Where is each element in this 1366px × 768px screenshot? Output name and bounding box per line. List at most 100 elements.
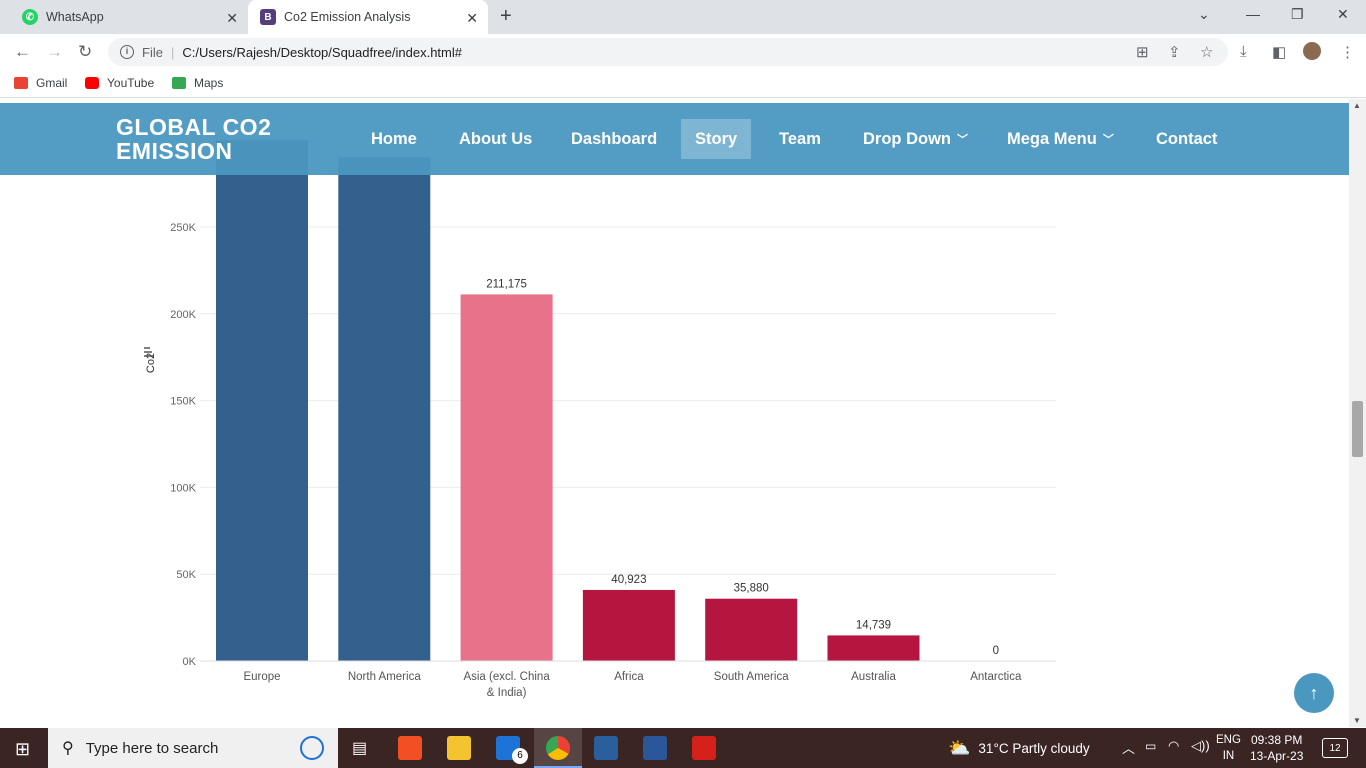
lang-code: ENG: [1216, 734, 1241, 746]
address-bar[interactable]: i File | C:/Users/Rajesh/Desktop/Squadfr…: [108, 38, 1228, 66]
star-icon[interactable]: ☆: [1200, 43, 1213, 61]
data-label: 40,923: [611, 574, 646, 586]
site-header: GLOBAL CO2 EMISSION Home About Us Dashbo…: [0, 103, 1349, 175]
acrobat-icon[interactable]: [692, 736, 716, 760]
nav-label: Mega Menu: [1007, 129, 1097, 148]
battery-icon[interactable]: ▭: [1145, 739, 1156, 753]
scroll-down-icon[interactable]: ▼: [1353, 716, 1361, 725]
wifi-icon[interactable]: ◠: [1168, 738, 1179, 754]
partly-cloudy-icon: ⛅: [948, 737, 971, 758]
translate-icon[interactable]: ⊞: [1136, 43, 1149, 61]
data-label: 14,739: [856, 619, 891, 631]
category-label: Asia (excl. China: [463, 671, 550, 683]
search-icon: ⚲: [62, 740, 74, 757]
bing-icon[interactable]: [300, 736, 324, 760]
data-label: 35,880: [734, 583, 769, 595]
tab-search-icon[interactable]: ⌄: [1198, 6, 1210, 23]
y-tick-label: 50K: [176, 569, 196, 581]
y-tick-label: 200K: [170, 309, 196, 321]
bar-australia: [827, 635, 920, 661]
category-label: South America: [714, 671, 789, 683]
url-text[interactable]: C:/Users/Rajesh/Desktop/Squadfree/index.…: [182, 45, 462, 60]
chrome-taskbar-button[interactable]: [534, 728, 582, 768]
logo-line-2: EMISSION: [116, 138, 233, 164]
taskbar-search[interactable]: ⚲ Type here to search: [48, 728, 338, 768]
nav-dashboard[interactable]: Dashboard: [557, 119, 671, 159]
clock-time: 09:38 PM: [1251, 733, 1303, 747]
bookmark-label: Gmail: [36, 76, 68, 90]
avatar[interactable]: [1303, 42, 1321, 60]
word-icon[interactable]: [643, 736, 667, 760]
nav-team[interactable]: Team: [765, 119, 835, 159]
nav-mega-menu[interactable]: Mega Menu ﹀: [993, 119, 1128, 159]
reload-icon[interactable]: ↻: [78, 42, 92, 62]
notifications-badge[interactable]: 12: [1322, 738, 1348, 758]
data-label: 211,175: [486, 278, 527, 290]
tray-chevron-icon[interactable]: ︿: [1122, 738, 1135, 757]
windows-taskbar: ⊞ ⚲ Type here to search ▤ 6 ⛅ 31°C Partl…: [0, 728, 1366, 768]
close-icon[interactable]: ✕: [466, 10, 478, 27]
bootstrap-icon: B: [260, 9, 276, 25]
url-divider: |: [170, 44, 175, 60]
bookmark-maps[interactable]: Maps: [172, 76, 223, 90]
nav-home[interactable]: Home: [357, 119, 431, 159]
page-content: 0K 50K 100K 150K 200K 250K Co2 Europe North Amer…: [0, 99, 1349, 727]
tab-co2-analysis[interactable]: B Co2 Emission Analysis ✕: [248, 0, 488, 34]
chrome-icon: [546, 736, 570, 760]
forward-icon[interactable]: →: [46, 42, 63, 62]
file-explorer-icon[interactable]: [447, 736, 471, 760]
tab-title: WhatsApp: [46, 10, 104, 24]
close-icon[interactable]: ✕: [226, 10, 238, 27]
scrollbar-thumb[interactable]: [1352, 401, 1363, 457]
info-icon[interactable]: i: [120, 45, 134, 59]
maps-icon: [172, 77, 186, 89]
new-tab-button[interactable]: +: [500, 5, 512, 28]
site-logo[interactable]: GLOBAL CO2 EMISSION: [116, 115, 316, 163]
toolbar: ← → ↻ i File | C:/Users/Rajesh/Desktop/S…: [0, 34, 1366, 70]
tab-whatsapp[interactable]: ✆ WhatsApp ✕: [8, 0, 248, 34]
nav-contact[interactable]: Contact: [1142, 119, 1231, 159]
bookmark-youtube[interactable]: YouTube: [85, 76, 154, 90]
back-to-top-button[interactable]: ↑: [1294, 673, 1334, 713]
y-tick-label: 100K: [170, 482, 196, 494]
side-panel-icon[interactable]: ◧: [1272, 43, 1286, 61]
tab-title: Co2 Emission Analysis: [284, 10, 411, 24]
task-view-icon[interactable]: ▤: [352, 738, 367, 758]
weather-widget[interactable]: ⛅ 31°C Partly cloudy: [948, 728, 1090, 768]
y-tick-label: 0K: [183, 656, 197, 668]
back-icon[interactable]: ←: [14, 42, 31, 62]
language-indicator[interactable]: ENG IN: [1216, 732, 1241, 764]
store-icon[interactable]: [398, 736, 422, 760]
nav-about-us[interactable]: About Us: [445, 119, 546, 159]
volume-icon[interactable]: ◁)): [1191, 738, 1210, 754]
chevron-down-icon: ﹀: [1102, 134, 1114, 146]
youtube-icon: [85, 77, 99, 89]
share-icon[interactable]: ⇪: [1168, 43, 1181, 61]
window-close-icon[interactable]: ✕: [1337, 6, 1349, 23]
y-tick-label: 150K: [170, 396, 196, 408]
weather-text: 31°C Partly cloudy: [978, 740, 1090, 756]
bar-north-america: [338, 157, 431, 661]
system-clock[interactable]: 09:38 PM 13-Apr-23: [1250, 732, 1303, 764]
minimize-icon[interactable]: —: [1246, 6, 1260, 22]
y-tick-label: 250K: [170, 222, 196, 234]
search-placeholder: Type here to search: [85, 739, 219, 757]
category-label: & India): [487, 687, 527, 699]
category-label: North America: [348, 671, 421, 683]
bookmark-gmail[interactable]: Gmail: [14, 76, 67, 90]
scroll-up-icon[interactable]: ▲: [1353, 101, 1361, 110]
nav-story[interactable]: Story: [681, 119, 752, 159]
emission-bar-chart: 0K50K100K150K200K250KCo2Europe North Amer…: [144, 140, 1056, 699]
menu-icon[interactable]: ⋮: [1340, 43, 1355, 61]
download-icon[interactable]: ⤓: [1240, 43, 1247, 60]
nav-label: Drop Down: [863, 129, 951, 148]
bar-europe: [216, 140, 308, 661]
restore-icon[interactable]: ❐: [1291, 6, 1304, 23]
bookmarks-bar: Gmail YouTube Maps: [0, 70, 1366, 98]
nav-drop-down[interactable]: Drop Down ﹀: [849, 119, 982, 159]
windows-start-icon[interactable]: ⊞: [15, 739, 30, 760]
bar-south-america: [705, 598, 798, 661]
page-scrollbar[interactable]: ▲ ▼: [1349, 99, 1366, 727]
category-label: Europe: [243, 671, 280, 683]
mysql-workbench-icon[interactable]: [594, 736, 618, 760]
